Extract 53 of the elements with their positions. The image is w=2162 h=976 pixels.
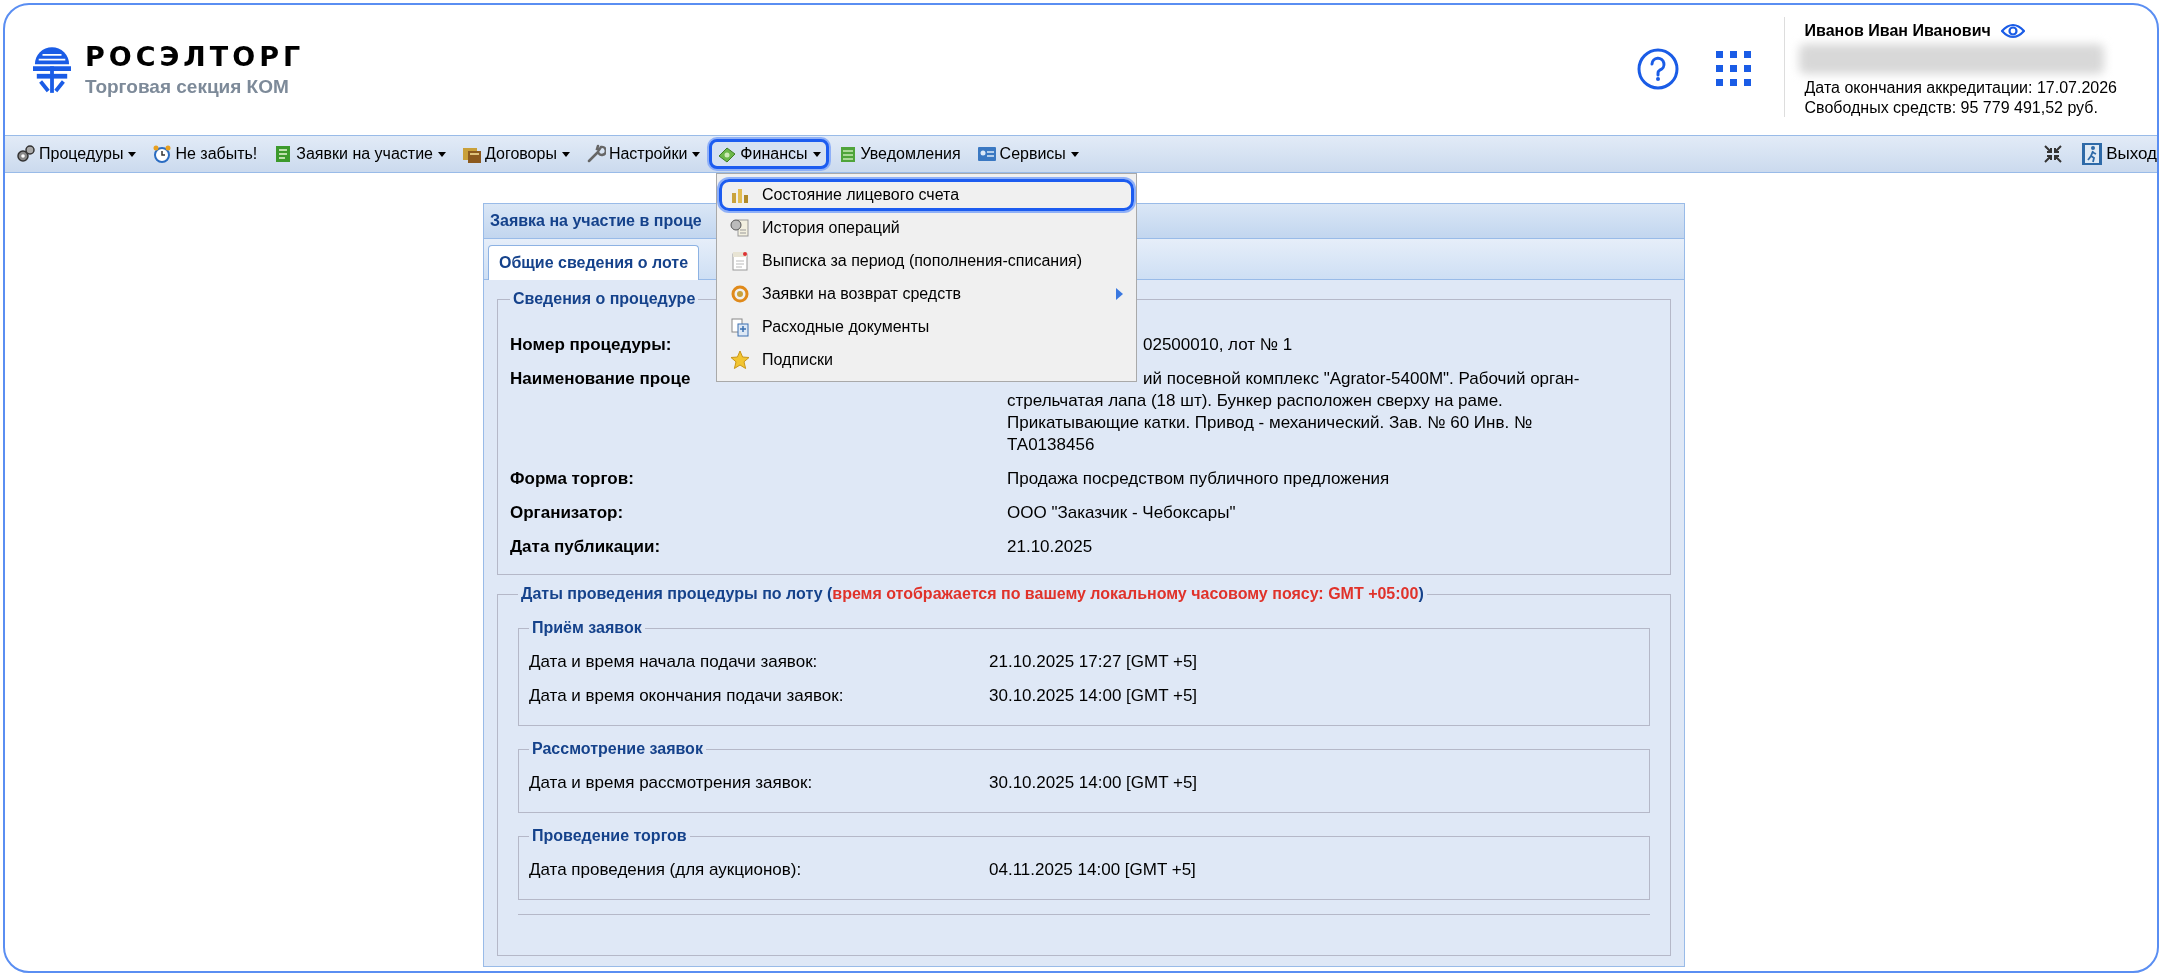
documents-icon [730,317,750,337]
field-label: Дата и время окончания подачи заявок: [529,685,845,707]
field-label: Дата и время рассмотрения заявок: [529,772,814,794]
field-value: 04.11.2025 14:00 [GMT +5] [989,859,1196,881]
group-legend: Проведение торгов [529,827,690,845]
logo-icon [33,46,71,95]
field-label: Дата и время начала подачи заявок: [529,651,819,673]
user-name: Иванов Иван Иванович [1804,22,1991,40]
field-value: 02500010, лот № 1 [1142,334,1294,356]
field-value: 21.10.2025 17:27 [GMT +5] [989,651,1198,673]
wrench-icon [585,144,606,164]
logo-subtitle: Торговая секция КОМ [85,76,290,98]
field-value: 30.10.2025 14:00 [GMT +5] [989,772,1198,794]
apps-grid-icon[interactable] [1715,51,1752,87]
logo-title: РОСЭЛТОРГ [85,43,305,70]
toolbar-menu-button[interactable]: Сервисы [969,139,1086,169]
field-label: Дата публикации: [510,536,661,558]
gears-icon [16,144,36,164]
group-legend: Приём заявок [529,619,645,637]
eye-icon[interactable] [2000,23,2025,39]
field-label: Дата проведения (для аукционов): [529,859,803,881]
group-legend: Рассмотрение заявок [529,740,706,758]
field-label: Наименование проце [510,368,691,390]
toolbar-menu-button[interactable]: Уведомления [830,139,968,169]
star-icon [730,350,750,370]
section-legend: Даты проведения процедуры по лоту (время отображается по вашему локальному часовому поясу: GMT +05:00) [518,585,1427,603]
toolbar-menu-button[interactable]: Не забыть! [145,139,265,169]
exit-door-icon [2081,142,2104,166]
menu-item[interactable]: Расходные документы [719,311,1134,343]
toolbar-menu-button[interactable]: Финансы [709,139,829,169]
menu-item[interactable]: Заявки на возврат средств [719,278,1134,310]
free-funds: Свободных средств: 95 779 491,52 руб. [1804,98,2099,118]
toolbar-menu-button[interactable]: Договоры [455,139,577,169]
collapse-icon[interactable] [2043,144,2064,164]
menu-item[interactable]: Состояние лицевого счета [719,179,1134,211]
alarm-clock-icon [152,144,173,164]
accreditation-date: Дата окончания аккредитации: 17.07.2026 [1804,78,2117,98]
field-value: 30.10.2025 14:00 [GMT +5] [989,685,1198,707]
toolbar-menu-button[interactable]: Заявки на участие [266,139,453,169]
menu-item[interactable]: Выписка за период (пополнения-списания) [719,245,1134,277]
id-card-icon [976,144,997,164]
help-icon[interactable] [1635,47,1680,91]
toolbar-menu-button[interactable]: Настройки [578,139,708,169]
field-value: 21.10.2025 [1007,536,1094,558]
section-legend: Сведения о процедуре [510,290,699,308]
field-label: Организатор: [510,502,624,524]
exit-button[interactable]: Выход [2077,142,2157,166]
field-value: ООО "Заказчик - Чебоксары" [1007,502,1237,524]
field-value: Продажа посредством публичного предложения [1007,468,1391,490]
field-label: Номер процедуры: [510,334,672,356]
field-label: Форма торгов: [510,468,634,490]
tab[interactable]: Общие сведения о лоте [488,245,700,280]
toolbar-menu-button[interactable]: Процедуры [9,139,144,169]
